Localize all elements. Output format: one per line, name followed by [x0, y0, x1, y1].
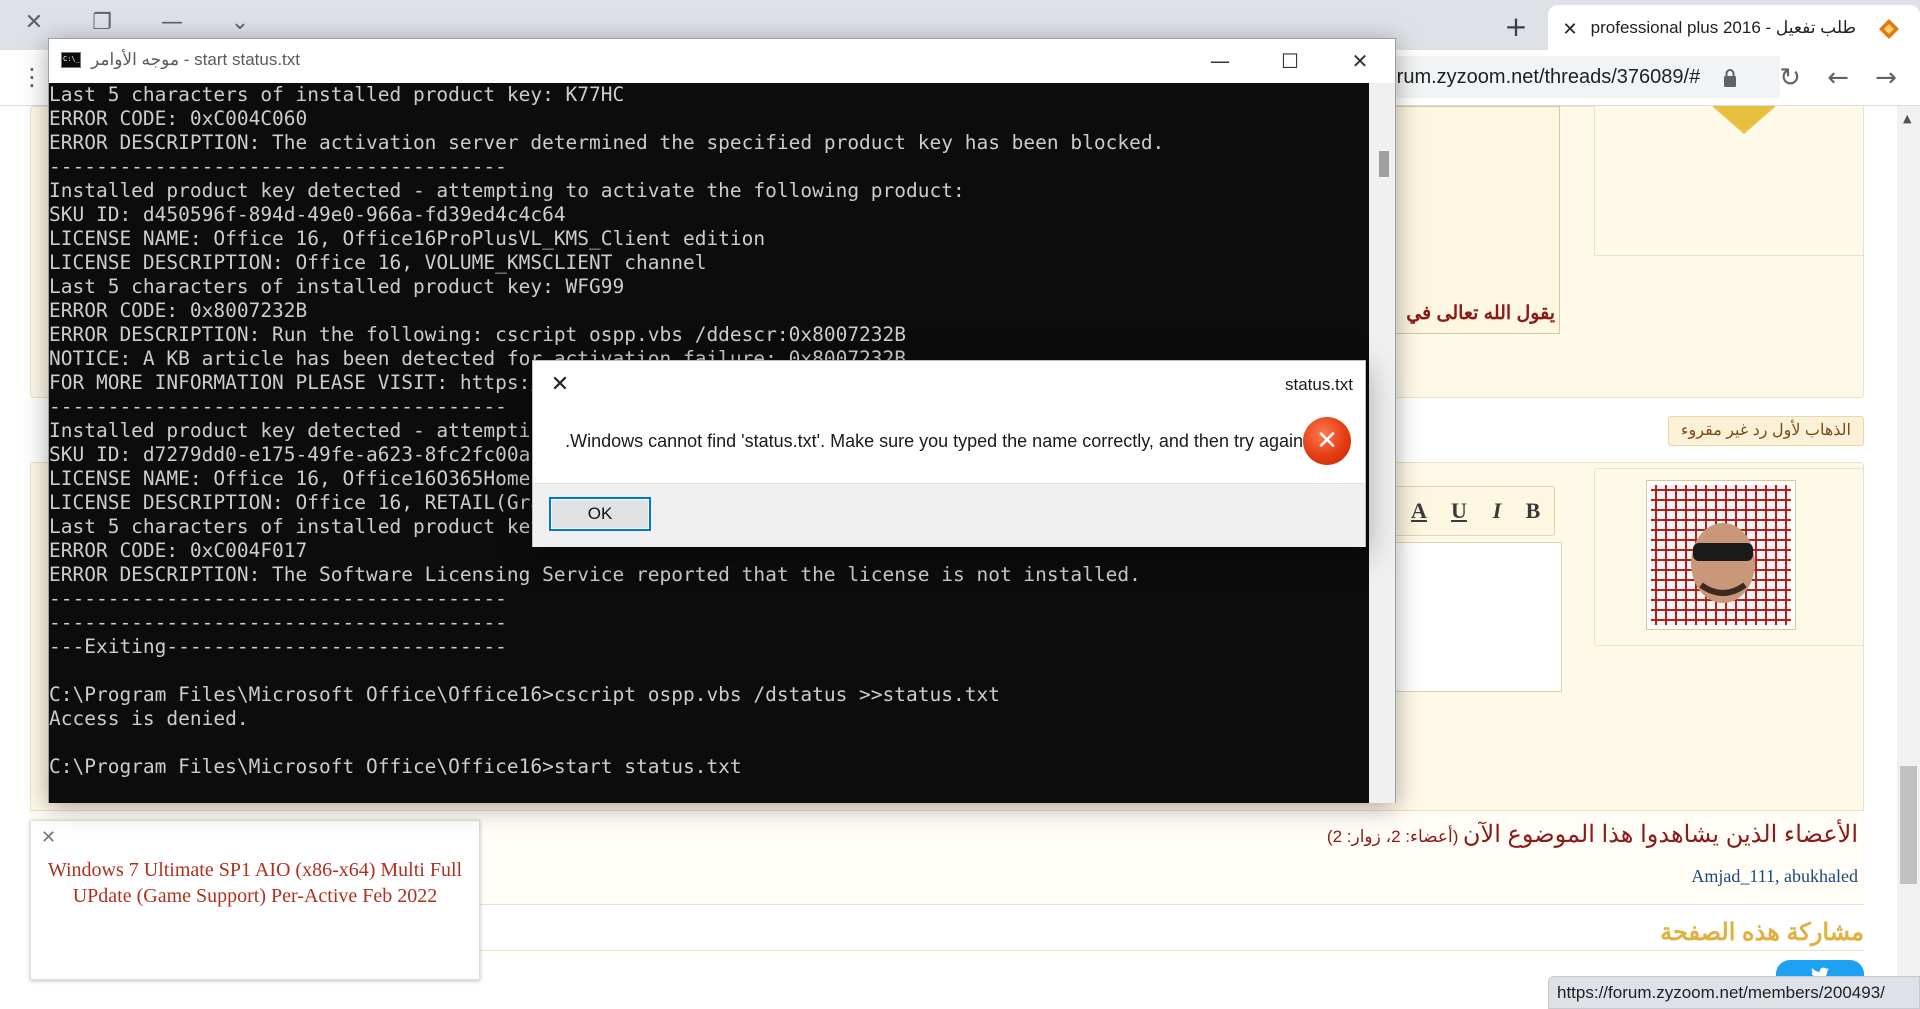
- browser-menu-icon[interactable]: ⋮: [18, 62, 46, 92]
- console-line: LICENSE DESCRIPTION: Office 16, VOLUME_K…: [49, 251, 707, 274]
- console-line: ERROR DESCRIPTION: The activation server…: [49, 131, 1165, 154]
- reply-editor[interactable]: [1380, 542, 1562, 692]
- close-button[interactable]: ✕: [1325, 39, 1395, 83]
- error-dialog[interactable]: ✕ status.txt .Windows cannot find 'statu…: [532, 360, 1366, 547]
- console-line: ---------------------------------------: [49, 587, 507, 610]
- share-title: مشاركة هذه الصفحة: [1660, 919, 1864, 946]
- dialog-footer: [533, 483, 1365, 547]
- italic-button[interactable]: I: [1481, 495, 1513, 527]
- viewers-heading: الأعضاء الذين يشاهدوا هذا الموضوع الآن: [1462, 821, 1858, 848]
- console-line: ---------------------------------------: [49, 611, 507, 634]
- console-line: Access is denied.: [49, 707, 249, 730]
- console-line: ---Exiting-----------------------------: [49, 635, 507, 658]
- minimize-button[interactable]: —: [1185, 39, 1255, 83]
- first-unread-link[interactable]: الذهاب لأول رد غير مقروء: [1668, 416, 1864, 446]
- page-scroll-thumb[interactable]: [1900, 766, 1917, 884]
- console-line: Installed product key detected - attempt…: [49, 179, 965, 202]
- post-signature: [1390, 106, 1560, 334]
- user-badge-card: [1594, 106, 1864, 256]
- ad-popup[interactable]: ✕ Windows 7 Ultimate SP1 AIO (x86-x64) M…: [30, 820, 480, 980]
- cmd-scroll-thumb[interactable]: [1379, 151, 1389, 177]
- forward-icon[interactable]: →: [1868, 60, 1904, 96]
- maximize-button[interactable]: ☐: [1255, 39, 1325, 83]
- tab-title: طلب تفعيل - professional plus 2016: [1590, 18, 1856, 37]
- link-status-bar: https://forum.zyzoom.net/members/200493/: [1548, 976, 1920, 1009]
- url-text[interactable]: forum.zyzoom.net/threads/376089/#post-46…: [1380, 66, 1700, 90]
- cmd-app-icon: C:\_: [61, 52, 81, 68]
- ad-close-icon[interactable]: ✕: [41, 829, 59, 847]
- underline-button[interactable]: U: [1443, 495, 1475, 527]
- console-line: ERROR CODE: 0x8007232B: [49, 299, 308, 322]
- site-favicon-icon: [1878, 18, 1900, 40]
- text-color-button[interactable]: A: [1403, 495, 1435, 527]
- restore-window-icon[interactable]: ❐: [78, 2, 126, 42]
- console-line: C:\Program Files\Microsoft Office\Office…: [49, 683, 1000, 706]
- cmd-window-title: موجه الأوامر - start status.txt: [91, 50, 300, 69]
- console-line: LICENSE NAME: Office 16, Office16ProPlus…: [49, 227, 766, 250]
- ok-button[interactable]: OK: [549, 497, 651, 531]
- ad-link[interactable]: Windows 7 Ultimate SP1 AIO (x86-x64) Mul…: [43, 857, 467, 941]
- viewers-names[interactable]: Amjad_111, abukhaled: [1458, 866, 1858, 890]
- editor-toolbar: B I U A: [1380, 486, 1555, 536]
- dialog-close-icon[interactable]: ✕: [545, 369, 575, 399]
- console-line: ---------------------------------------: [49, 155, 507, 178]
- console-line: SKU ID: d450596f-894d-49e0-966a-fd39ed4c…: [49, 203, 566, 226]
- lock-icon[interactable]: [1722, 68, 1738, 88]
- console-line: ERROR DESCRIPTION: The Software Licensin…: [49, 563, 1141, 586]
- address-bar[interactable]: forum.zyzoom.net/threads/376089/#post-46…: [1380, 56, 1780, 98]
- signature-quote-text: يقول الله تعالى في: [1406, 303, 1555, 324]
- back-icon[interactable]: ←: [1820, 60, 1856, 96]
- avatar[interactable]: [1646, 480, 1796, 630]
- dialog-message: .Windows cannot find 'status.txt'. Make …: [565, 431, 1303, 451]
- console-line: ERROR DESCRIPTION: Run the following: cs…: [49, 323, 907, 346]
- viewers-count: (أعضاء: 2، زوار: 2): [1326, 827, 1459, 846]
- console-line: Last 5 characters of installed product k…: [49, 83, 625, 106]
- reload-icon[interactable]: ↻: [1772, 60, 1808, 96]
- cmd-scrollbar[interactable]: [1369, 83, 1395, 803]
- viewers-title: الأعضاء الذين يشاهدوا هذا الموضوع الآن (…: [958, 820, 1858, 856]
- console-line: Last 5 characters of installed product k…: [49, 275, 625, 298]
- minimize-window-icon[interactable]: —: [148, 2, 196, 42]
- tab-search-icon[interactable]: ⌄: [216, 2, 264, 42]
- dialog-title: status.txt: [1284, 375, 1353, 394]
- console-line: ERROR CODE: 0xC004C060: [49, 107, 308, 130]
- bold-button[interactable]: B: [1517, 495, 1549, 527]
- close-window-icon[interactable]: ✕: [10, 2, 58, 42]
- new-tab-button[interactable]: +: [1496, 8, 1536, 44]
- scroll-up-icon[interactable]: ▲: [1903, 112, 1915, 125]
- console-line: C:\Program Files\Microsoft Office\Office…: [49, 755, 742, 778]
- cmd-titlebar[interactable]: C:\_ موجه الأوامر - start status.txt — ☐…: [49, 39, 1395, 83]
- error-icon: ✕: [1303, 417, 1351, 465]
- active-tab[interactable]: ✕ طلب تفعيل - professional plus 2016: [1548, 5, 1920, 51]
